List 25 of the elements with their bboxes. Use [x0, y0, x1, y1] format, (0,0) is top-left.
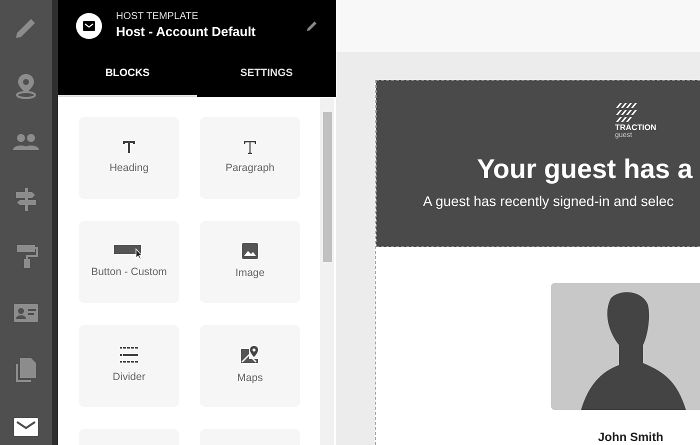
divider-icon — [119, 346, 139, 364]
block-tile[interactable]: Heading — [79, 117, 179, 199]
block-tile[interactable]: Divider — [79, 325, 179, 407]
scrollbar-thumb[interactable] — [323, 112, 332, 262]
map-icon — [240, 345, 260, 366]
scrollbar[interactable] — [320, 97, 334, 445]
mail-icon — [83, 21, 95, 31]
image-icon — [241, 242, 259, 260]
block-tile[interactable]: Image — [200, 221, 300, 303]
tab[interactable]: SETTINGS — [197, 52, 336, 97]
block-tile[interactable]: Maps — [200, 325, 300, 407]
email-headline: Your guest has a — [477, 153, 694, 186]
template-title: Host - Account Default — [116, 23, 257, 41]
edit-icon[interactable] — [306, 20, 318, 32]
logo-name: TRACTION — [615, 123, 658, 132]
guest-name: John Smith — [598, 429, 664, 445]
serif-text-icon — [242, 139, 258, 156]
tab[interactable]: BLOCKS — [58, 52, 197, 97]
button-cursor-icon — [114, 243, 144, 260]
text-icon — [121, 139, 137, 156]
logo-icon — [615, 103, 637, 123]
block-tile[interactable]: Paragraph — [200, 117, 300, 199]
block-tile[interactable]: Button - Custom — [79, 221, 179, 303]
template-label: HOST TEMPLATE — [116, 11, 200, 23]
email-subtext: A guest has recently signed-in and selec — [423, 192, 675, 210]
